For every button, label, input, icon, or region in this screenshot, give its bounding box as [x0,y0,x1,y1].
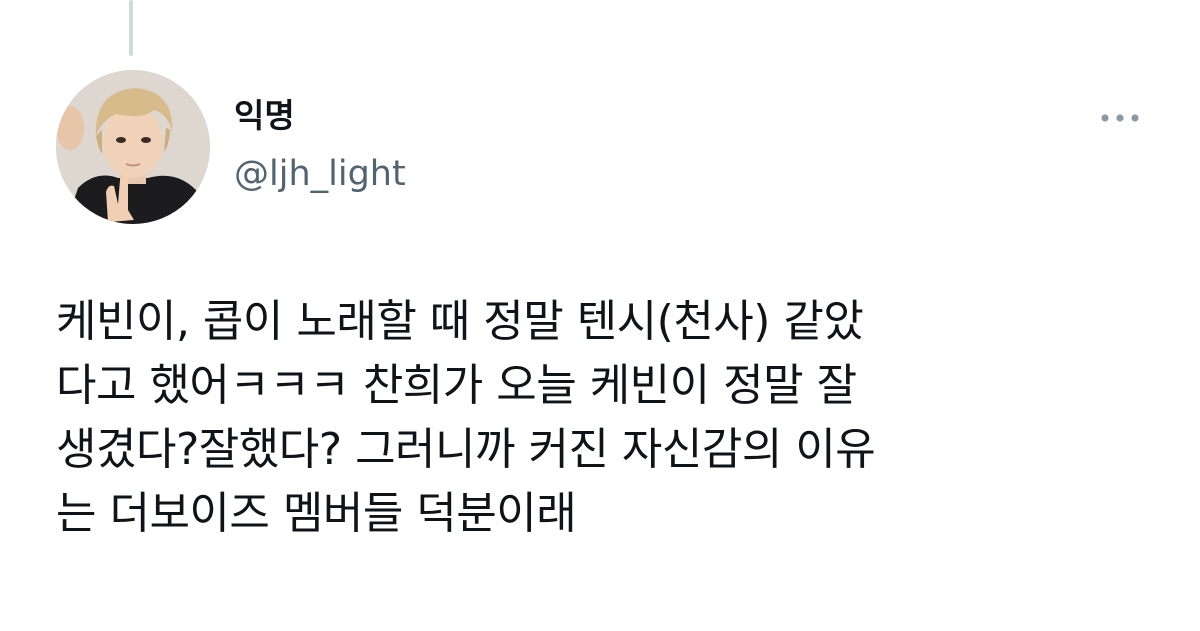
tweet-text: 케빈이, 콥이 노래할 때 정말 텐시(천사) 같았 다고 했어ㅋㅋㅋ 찬희가 … [56,290,1156,546]
thread-connector-line [129,0,133,56]
more-horizontal-icon [1101,114,1139,122]
avatar[interactable] [56,70,210,224]
author-handle[interactable]: @ljh_light [234,152,406,196]
tweet-text-line: 다고 했어ㅋㅋㅋ 찬희가 오늘 케빈이 정말 잘 [56,360,857,411]
tweet-text-line: 케빈이, 콥이 노래할 때 정말 텐시(천사) 같았 [56,296,864,347]
avatar-photo [56,70,210,224]
tweet-text-line: 생겼다?잘했다? 그러니까 커진 자신감의 이유 [56,424,876,475]
author-display-name[interactable]: 익명 [234,96,295,136]
more-options-button[interactable] [1090,100,1150,136]
tweet-text-line: 는 더보이즈 멤버들 덕분이래 [56,488,577,539]
